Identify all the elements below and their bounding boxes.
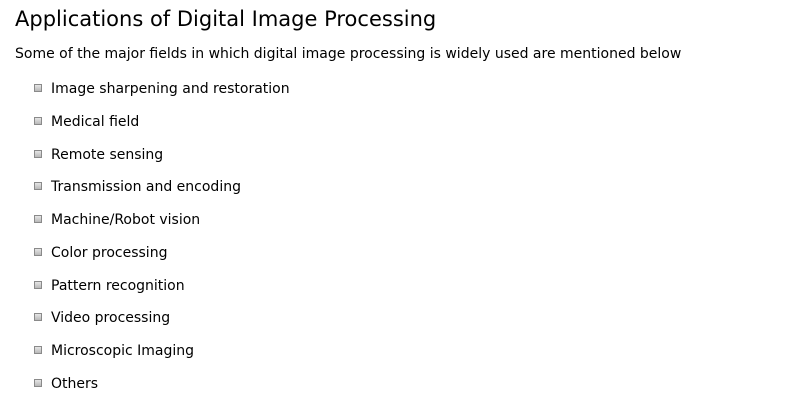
list-item: Remote sensing <box>34 144 290 177</box>
list-item: Transmission and encoding <box>34 176 290 209</box>
list-item-label: Pattern recognition <box>51 277 185 294</box>
square-bullet-icon <box>34 215 42 223</box>
list-item-label: Image sharpening and restoration <box>51 81 290 97</box>
list-item-label: Video processing <box>51 310 171 327</box>
list-item-label: Machine/Robot vision <box>51 212 201 228</box>
square-bullet-icon <box>34 378 42 387</box>
page-title: Applications of Digital Image Processing <box>15 7 437 31</box>
square-bullet-icon <box>34 182 42 191</box>
list-item: Pattern recognition <box>34 275 290 308</box>
list-item-label: Remote sensing <box>51 146 164 163</box>
applications-list: Image sharpening and restoration Medical… <box>34 78 290 406</box>
square-bullet-icon <box>34 116 42 125</box>
list-item-label: Medical field <box>51 113 140 130</box>
list-item-label: Color processing <box>51 244 168 261</box>
list-item: Image sharpening and restoration <box>34 78 290 111</box>
square-bullet-icon <box>34 149 42 158</box>
square-bullet-icon <box>34 313 42 322</box>
square-bullet-icon <box>34 247 42 256</box>
square-bullet-icon <box>34 84 42 92</box>
list-item: Medical field <box>34 111 290 144</box>
intro-paragraph: Some of the major fields in which digita… <box>15 46 682 62</box>
list-item: Video processing <box>34 307 290 340</box>
list-item: Color processing <box>34 242 290 275</box>
list-item-label: Microscopic Imaging <box>51 343 195 359</box>
list-item: Microscopic Imaging <box>34 340 290 373</box>
square-bullet-icon <box>34 346 42 354</box>
square-bullet-icon <box>34 280 42 289</box>
list-item: Others <box>34 373 290 406</box>
list-item-label: Transmission and encoding <box>51 179 241 196</box>
list-item: Machine/Robot vision <box>34 209 290 242</box>
list-item-label: Others <box>51 375 99 392</box>
